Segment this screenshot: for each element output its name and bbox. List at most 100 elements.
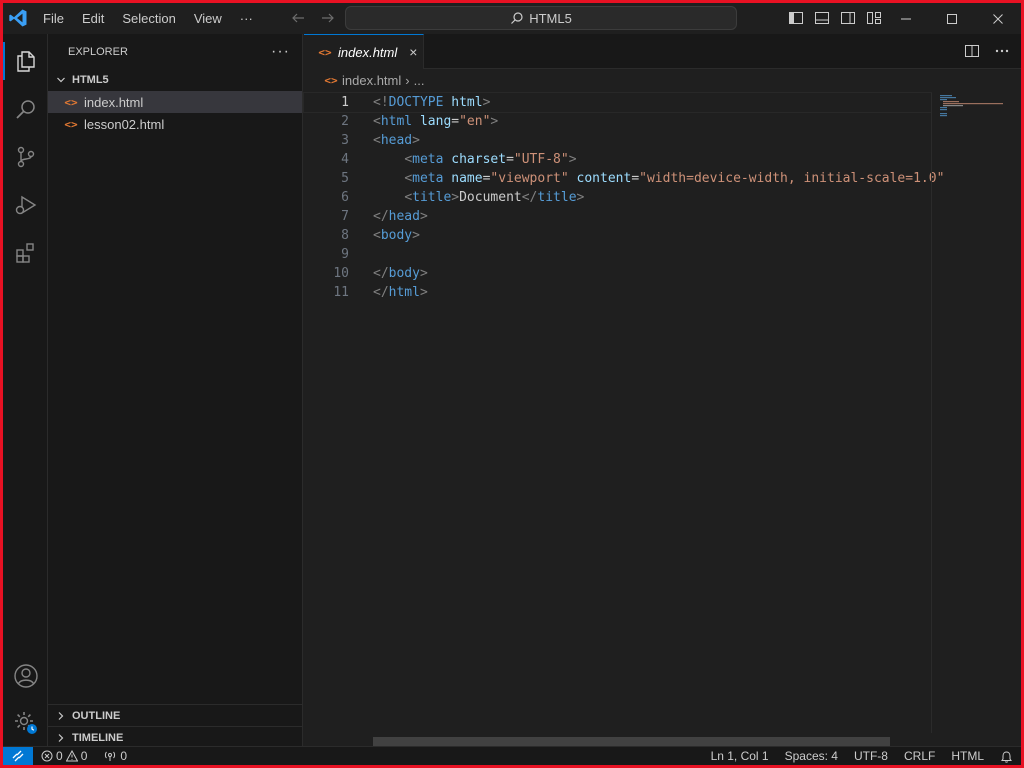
code-line[interactable]: 5 <meta name="viewport" content="width=d… <box>304 169 944 188</box>
activity-bar <box>3 34 48 746</box>
code-token: > <box>451 190 460 205</box>
code-token: title <box>537 190 577 205</box>
outline-label: OUTLINE <box>72 709 121 722</box>
code-token: </ <box>373 266 389 281</box>
code-token: < <box>373 133 381 148</box>
accounts-icon[interactable] <box>3 653 48 699</box>
code-line[interactable]: 1 <!DOCTYPE html> <box>303 92 932 113</box>
close-window-icon[interactable] <box>975 3 1021 34</box>
line-source: <meta name="viewport" content="width=dev… <box>373 169 944 188</box>
code-line[interactable]: 7 </head> <box>304 207 931 226</box>
breadcrumb-symbols[interactable]: ... <box>414 73 425 88</box>
line-number: 10 <box>333 266 349 281</box>
folder-header[interactable]: HTML5 <box>48 69 302 91</box>
back-arrow-icon[interactable] <box>287 7 309 29</box>
code-token: "viewport" <box>490 171 569 186</box>
minimize-icon[interactable] <box>883 3 929 34</box>
maximize-icon[interactable] <box>929 3 975 34</box>
explorer-icon[interactable] <box>3 38 48 84</box>
code-token: > <box>490 114 499 129</box>
timeline-label: TIMELINE <box>72 731 124 744</box>
file-name: index.html <box>84 94 144 110</box>
line-source: </html> <box>373 283 428 302</box>
search-view-icon[interactable] <box>3 86 48 132</box>
code-token: = <box>631 171 640 186</box>
code-line[interactable]: 4 <meta charset="UTF-8"> <box>304 150 931 169</box>
code-token: body <box>380 228 413 243</box>
command-center-search[interactable]: HTML5 <box>345 6 737 30</box>
toggle-secondary-sidebar-icon[interactable] <box>837 7 859 29</box>
code-line[interactable]: 8 <body> <box>304 226 931 245</box>
menu-selection[interactable]: Selection <box>113 7 184 31</box>
tab-index-html[interactable]: <> index.html × <box>304 34 424 69</box>
manage-gear-icon[interactable] <box>3 700 48 746</box>
code-editor[interactable]: 1 <!DOCTYPE html> 2 <html lang="en"> 3 <head>… <box>303 92 944 733</box>
code-token: < <box>404 190 413 205</box>
indentation[interactable]: Spaces: 4 <box>777 747 846 766</box>
code-token: < <box>373 228 381 243</box>
line-number: 9 <box>341 247 349 262</box>
notifications-bell-icon[interactable] <box>992 747 1021 766</box>
end-of-line[interactable]: CRLF <box>896 747 943 766</box>
editor-group: <> index.html × <> index.html › ... 1 <!D… <box>303 34 1021 747</box>
file-item-index-html[interactable]: <> index.html <box>48 91 302 113</box>
forward-arrow-icon[interactable] <box>317 7 339 29</box>
minimap[interactable] <box>931 93 1011 733</box>
extensions-icon[interactable] <box>3 230 48 276</box>
editor-tabs: <> index.html × <box>304 34 1021 69</box>
code-token: < <box>404 152 413 167</box>
cursor-position[interactable]: Ln 1, Col 1 <box>703 747 777 766</box>
remote-indicator-icon[interactable] <box>3 746 33 765</box>
code-line[interactable]: 2 <html lang="en"> <box>304 112 931 131</box>
language-mode[interactable]: HTML <box>943 747 992 766</box>
code-line[interactable]: 11 </html> <box>304 283 931 302</box>
close-tab-icon[interactable]: × <box>409 44 417 60</box>
timeline-section-header[interactable]: TIMELINE <box>48 726 302 748</box>
code-token: = <box>451 114 460 129</box>
breadcrumb-file[interactable]: index.html <box>342 73 401 88</box>
line-source: <html lang="en"> <box>373 112 498 131</box>
menu-file[interactable]: File <box>34 7 73 31</box>
menu-bar: File Edit Selection View ··· <box>34 3 262 34</box>
code-token: > <box>568 152 577 167</box>
search-icon <box>511 12 523 24</box>
sidebar-more-actions[interactable]: ··· <box>271 43 290 61</box>
encoding[interactable]: UTF-8 <box>846 747 896 766</box>
toggle-panel-icon[interactable] <box>811 7 833 29</box>
split-editor-icon[interactable] <box>961 40 983 62</box>
error-count: 0 <box>56 749 63 763</box>
code-line[interactable]: 3 <head> <box>304 131 931 150</box>
code-token: < <box>373 114 381 129</box>
menu-more[interactable]: ··· <box>231 7 262 31</box>
problems-indicator[interactable]: 0 0 <box>33 747 95 766</box>
source-control-icon[interactable] <box>3 134 48 180</box>
code-token: name <box>451 171 483 186</box>
line-source: <!DOCTYPE html> <box>373 93 490 112</box>
line-number: 4 <box>341 152 349 167</box>
sidebar-title: EXPLORER <box>68 45 128 58</box>
menu-view[interactable]: View <box>185 7 231 31</box>
run-and-debug-icon[interactable] <box>3 182 48 228</box>
code-line[interactable]: 10 </body> <box>304 264 931 283</box>
vertical-scrollbar[interactable] <box>1011 93 1021 733</box>
ports-count: 0 <box>120 749 128 763</box>
code-line[interactable]: 9 <box>304 245 931 264</box>
code-token: Document <box>459 190 522 205</box>
menu-edit[interactable]: Edit <box>73 7 113 31</box>
code-token: </ <box>373 209 389 224</box>
toggle-primary-sidebar-icon[interactable] <box>785 7 807 29</box>
customize-layout-icon[interactable] <box>863 7 885 29</box>
code-line[interactable]: 6 <title>Document</title> <box>304 188 931 207</box>
navigation-arrows <box>287 7 339 29</box>
chevron-down-icon <box>54 73 68 87</box>
status-right: Ln 1, Col 1 Spaces: 4 UTF-8 CRLF HTML <box>703 747 1021 766</box>
file-item-lesson02-html[interactable]: <> lesson02.html <box>48 113 302 135</box>
more-actions-icon[interactable] <box>991 40 1013 62</box>
outline-section-header[interactable]: OUTLINE <box>48 704 302 726</box>
file-name: lesson02.html <box>84 116 165 132</box>
ports-indicator[interactable]: 0 <box>95 747 135 766</box>
